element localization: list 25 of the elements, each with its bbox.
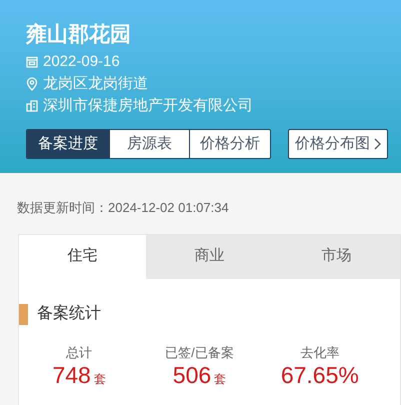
section-title: 备案统计 bbox=[37, 303, 101, 324]
chevron-right-icon bbox=[374, 138, 381, 150]
stat-unit: 套 bbox=[94, 370, 106, 388]
project-title: 雍山郡花园 bbox=[26, 22, 132, 48]
category-tab[interactable]: 商业 bbox=[146, 234, 273, 278]
stat-value: 748 bbox=[52, 360, 91, 388]
stat-label: 去化率 bbox=[300, 344, 340, 360]
nav-tab[interactable]: 价格分析 bbox=[189, 130, 270, 158]
stat-value: 67.65% bbox=[280, 360, 359, 388]
building-icon bbox=[26, 100, 38, 112]
location-pin-icon bbox=[26, 77, 38, 91]
category-tab[interactable]: 市场 bbox=[273, 234, 400, 278]
date-text: 2022-09-16 bbox=[43, 52, 120, 72]
price-map-button[interactable]: 价格分布图 bbox=[288, 129, 388, 159]
calendar-icon bbox=[26, 56, 38, 68]
location-text: 龙岗区龙岗街道 bbox=[43, 74, 148, 94]
stat-unit: 套 bbox=[214, 370, 226, 388]
stat-label: 已签/已备案 bbox=[165, 344, 234, 360]
section-marker bbox=[19, 304, 28, 324]
nav-tab[interactable]: 备案进度 bbox=[27, 130, 109, 158]
stat-value: 506 bbox=[172, 360, 212, 388]
developer-text: 深圳市保捷房地产开发有限公司 bbox=[43, 96, 253, 116]
nav-tab[interactable]: 房源表 bbox=[109, 130, 189, 158]
update-time-text: 数据更新时间：2024-12-02 01:07:34 bbox=[17, 199, 230, 217]
stat-label: 总计 bbox=[66, 344, 92, 360]
